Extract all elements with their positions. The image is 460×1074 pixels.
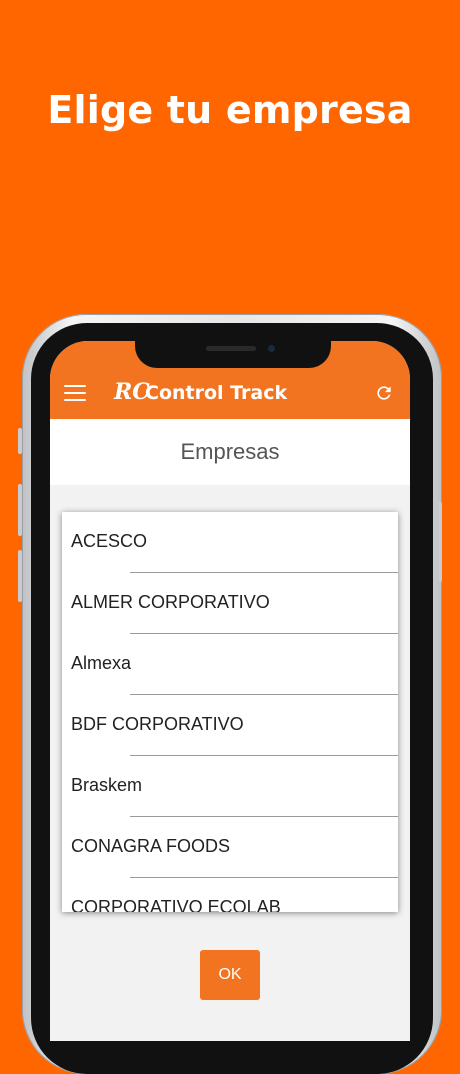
company-list-item[interactable]: CORPORATIVO ECOLAB <box>62 878 398 912</box>
company-list-item[interactable]: CONAGRA FOODS <box>62 817 398 878</box>
phone-side-button <box>18 428 22 454</box>
refresh-icon[interactable] <box>374 383 394 403</box>
company-list-item[interactable]: Almexa <box>62 634 398 695</box>
section-title: Empresas <box>50 419 410 485</box>
company-list: ACESCO ALMER CORPORATIVO Almexa BDF CORP… <box>62 512 398 912</box>
company-list-item[interactable]: ACESCO <box>62 512 398 573</box>
app-screen: RC Control Track Empresas ACESCO ALMER C… <box>50 341 410 1041</box>
promo-headline: Elige tu empresa <box>47 88 413 132</box>
company-list-item[interactable]: BDF CORPORATIVO <box>62 695 398 756</box>
phone-speaker <box>206 346 256 351</box>
hamburger-menu-icon[interactable] <box>64 385 86 401</box>
phone-power-button <box>438 502 442 582</box>
company-list-item[interactable]: ALMER CORPORATIVO <box>62 573 398 634</box>
app-title: Control Track <box>145 382 288 404</box>
phone-volume-up-button <box>18 484 22 536</box>
phone-camera <box>268 345 275 352</box>
phone-volume-down-button <box>18 550 22 602</box>
ok-button[interactable]: OK <box>200 950 260 1000</box>
company-list-item[interactable]: Braskem <box>62 756 398 817</box>
